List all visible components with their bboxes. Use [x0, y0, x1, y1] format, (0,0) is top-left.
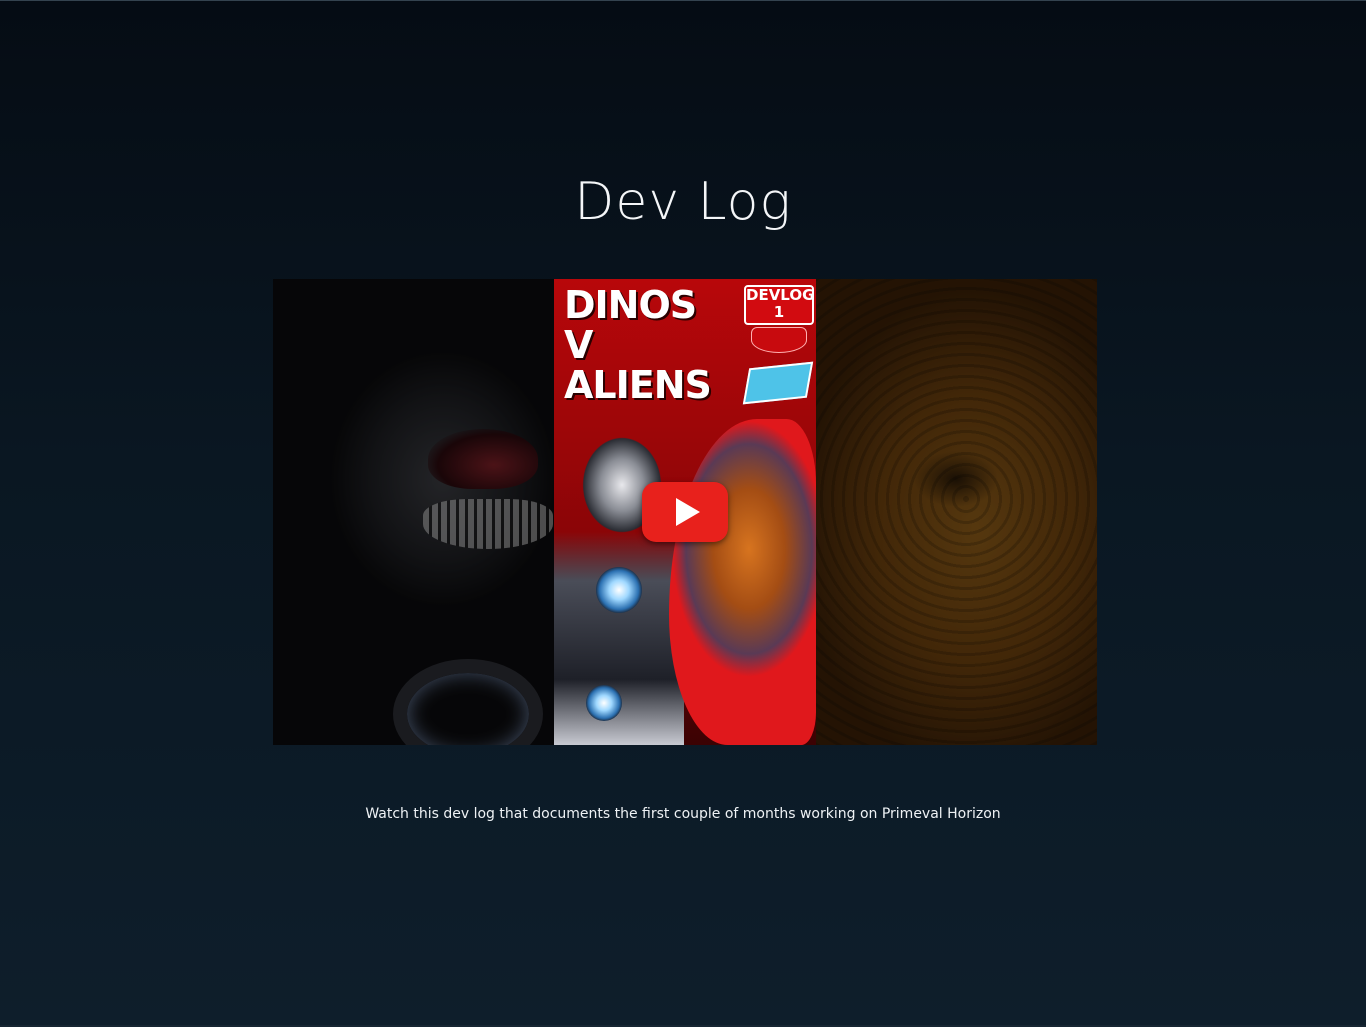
play-triangle-icon — [676, 498, 700, 526]
thumbnail-left-shade — [273, 279, 554, 745]
primeval-horizon-logo — [751, 327, 807, 353]
thumbnail-headline-line-3: ALIENS — [564, 363, 712, 407]
video-embed[interactable]: DINOS V ALIENS DEVLOG 1 — [273, 279, 1097, 745]
thumbnail-headline-line-2: V — [564, 323, 593, 367]
devlog-badge-label: DEVLOG — [746, 286, 815, 304]
thumbnail-right-shade — [816, 279, 1097, 745]
dinosaur-figure — [669, 419, 816, 745]
robot-belt-core — [586, 685, 622, 721]
devlog-badge-number: 1 — [773, 303, 785, 321]
thumbnail-headline-line-1: DINOS — [564, 283, 697, 327]
robot-chest-core — [596, 567, 642, 613]
alien-robot-figure — [554, 417, 684, 745]
thumbnail-headline: DINOS V ALIENS — [564, 283, 712, 407]
video-caption: Watch this dev log that documents the fi… — [365, 806, 1001, 822]
page-title: Dev Log — [574, 172, 792, 232]
devlog-badge: DEVLOG 1 — [744, 285, 814, 325]
top-divider — [0, 0, 1366, 1]
youtube-play-icon[interactable] — [642, 482, 728, 542]
spectacle-games-logo — [742, 361, 814, 405]
